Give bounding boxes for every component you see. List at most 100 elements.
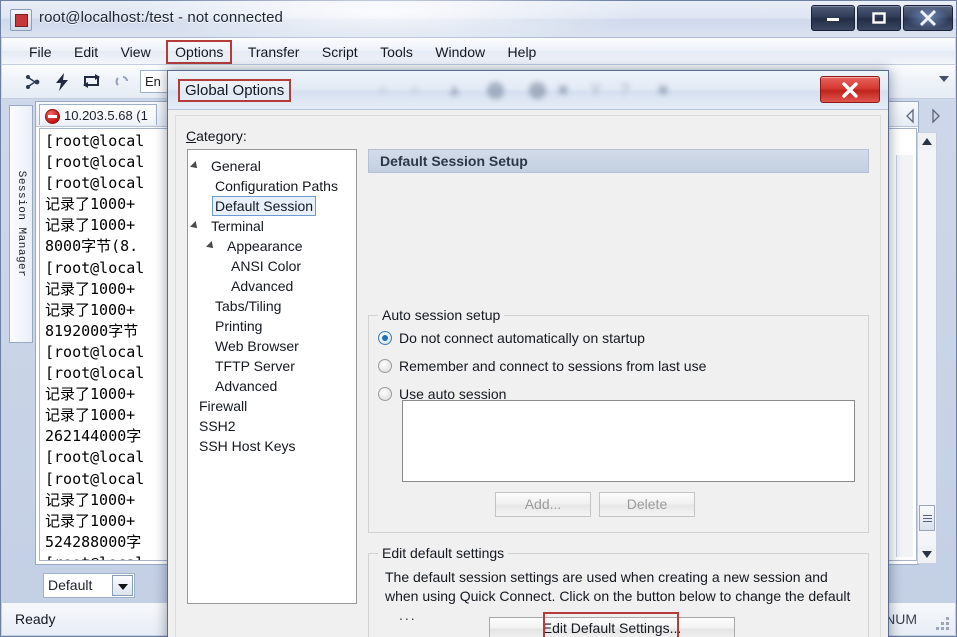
- menu-item-transfer[interactable]: Transfer: [239, 40, 309, 64]
- dialog-close-button[interactable]: [820, 76, 880, 103]
- tree-item-label: Configuration Paths: [215, 178, 338, 194]
- panel-title: Default Session Setup: [368, 149, 869, 173]
- status-text: Ready: [15, 611, 56, 627]
- nav-prev-icon[interactable]: [901, 105, 921, 127]
- reconnect-all-icon[interactable]: [82, 73, 102, 95]
- tree-item-label: Terminal: [211, 218, 264, 234]
- radio-remember-sessions[interactable]: Remember and connect to sessions from la…: [378, 358, 706, 374]
- global-options-dialog: ○ ○ ▲ ⬤ ⬤ ■ Y ? ■ Global Options Categor…: [167, 70, 889, 637]
- session-select-value: Default: [48, 577, 93, 593]
- disconnected-icon: [45, 109, 60, 124]
- tree-item-ansi-color[interactable]: ANSI Color: [188, 256, 356, 276]
- delete-button[interactable]: Delete: [599, 492, 695, 517]
- tree-item-label: Default Session: [212, 196, 317, 216]
- tree-expander-icon[interactable]: [206, 241, 216, 251]
- disconnect-icon[interactable]: [112, 73, 130, 96]
- menu-item-help[interactable]: Help: [499, 40, 546, 64]
- description-line-2: using Quick Connect. Click on the button…: [422, 588, 851, 604]
- menu-item-options[interactable]: Options: [166, 40, 233, 64]
- menu-bar: File Edit View Options Transfer Script T…: [2, 38, 955, 65]
- tree-item-default-session[interactable]: Default Session: [188, 196, 356, 216]
- radio-indicator: [378, 331, 392, 345]
- tree-item-appearance[interactable]: Appearance: [188, 236, 356, 256]
- tree-item-ssh-host-keys[interactable]: SSH Host Keys: [188, 436, 356, 456]
- tree-item-web-browser[interactable]: Web Browser: [188, 336, 356, 356]
- tree-item-label: Firewall: [199, 398, 248, 414]
- window-title: root@localhost:/test - not connected: [39, 9, 283, 26]
- tree-item-advanced[interactable]: Advanced: [188, 276, 356, 296]
- tree-item-configuration-paths[interactable]: Configuration Paths: [188, 176, 356, 196]
- maximize-button[interactable]: [857, 5, 901, 31]
- tree-item-label: Web Browser: [215, 338, 299, 354]
- tree-item-label: SSH2: [199, 418, 236, 434]
- radio-indicator: [378, 387, 392, 401]
- tree-item-tftp-server[interactable]: TFTP Server: [188, 356, 356, 376]
- minimize-icon: [827, 18, 839, 21]
- category-label-rest: ategory:: [196, 128, 247, 144]
- menu-item-script[interactable]: Script: [313, 40, 367, 64]
- tree-item-label: SSH Host Keys: [199, 438, 296, 454]
- tree-expander-icon[interactable]: [190, 161, 200, 171]
- scrollbar-thumb[interactable]: [919, 505, 935, 531]
- tree-item-ssh2[interactable]: SSH2: [188, 416, 356, 436]
- session-manager-label: Session Manager: [15, 170, 27, 278]
- terminal-tab[interactable]: 10.203.5.68 (1: [39, 104, 157, 125]
- category-tree[interactable]: General Configuration Paths Default Sessio…: [187, 149, 357, 604]
- menu-item-view[interactable]: View: [112, 40, 160, 64]
- tab-nav-arrows: [901, 105, 949, 129]
- background-toolbar-ghost: ○ ○ ▲ ⬤ ⬤ ■ Y ? ■: [378, 80, 669, 99]
- close-button[interactable]: [903, 5, 953, 31]
- protocol-combo-value: En: [145, 74, 161, 89]
- edit-default-settings-button[interactable]: Edit Default Settings...: [489, 617, 735, 637]
- tree-item-advanced[interactable]: Advanced: [188, 376, 356, 396]
- tree-item-terminal[interactable]: Terminal: [188, 216, 356, 236]
- session-select[interactable]: Default: [43, 573, 135, 598]
- quick-connect-icon[interactable]: [54, 73, 70, 96]
- auto-session-setup-title: Auto session setup: [378, 307, 505, 323]
- tree-item-general[interactable]: General: [188, 156, 356, 176]
- connect-icon[interactable]: [24, 73, 42, 96]
- menu-item-edit[interactable]: Edit: [65, 40, 107, 64]
- menu-item-window[interactable]: Window: [426, 40, 494, 64]
- resize-grip-icon[interactable]: [936, 617, 950, 631]
- terminal-scrollbar[interactable]: [896, 155, 913, 557]
- tree-item-label: TFTP Server: [215, 358, 295, 374]
- tree-item-label: General: [211, 158, 261, 174]
- maximize-icon: [872, 12, 886, 24]
- chevron-down-icon[interactable]: [112, 575, 133, 596]
- application-icon: [10, 9, 32, 31]
- toolbar-overflow-chevron-icon[interactable]: [939, 76, 949, 82]
- nav-next-icon[interactable]: [925, 105, 945, 127]
- radio-do-not-connect[interactable]: Do not connect automatically on startup: [378, 330, 645, 346]
- screen: root@localhost:/test - not connected Fil…: [0, 0, 957, 637]
- edit-default-settings-group: Edit default settings The default sessio…: [368, 545, 869, 637]
- terminal-tab-label: 10.203.5.68 (1: [64, 108, 148, 123]
- tree-item-label: Advanced: [231, 278, 294, 294]
- tree-item-label: Advanced: [215, 378, 278, 394]
- main-scrollbar[interactable]: [917, 132, 937, 564]
- tree-expander-icon[interactable]: [190, 221, 200, 231]
- add-button[interactable]: Add...: [495, 492, 591, 517]
- scroll-down-icon[interactable]: [918, 546, 936, 563]
- window-titlebar: root@localhost:/test - not connected: [1, 0, 956, 47]
- category-label: Category:: [186, 128, 247, 144]
- tree-item-firewall[interactable]: Firewall: [188, 396, 356, 416]
- tree-item-label: ANSI Color: [231, 258, 302, 274]
- category-accel: C: [186, 128, 197, 144]
- radio-indicator: [378, 359, 392, 373]
- tree-item-tabs-tiling[interactable]: Tabs/Tiling: [188, 296, 356, 316]
- tree-item-printing[interactable]: Printing: [188, 316, 356, 336]
- dialog-title: Global Options: [178, 79, 292, 102]
- dialog-titlebar: ○ ○ ▲ ⬤ ⬤ ■ Y ? ■ Global Options: [168, 71, 888, 110]
- tree-item-label: Tabs/Tiling: [215, 298, 282, 314]
- status-num-indicator: NUM: [885, 611, 917, 627]
- auto-session-list[interactable]: [402, 400, 855, 482]
- scroll-up-icon[interactable]: [918, 133, 936, 150]
- dialog-body: Category: General Configuration Paths Defa…: [175, 115, 881, 637]
- close-icon: [919, 9, 937, 27]
- minimize-button[interactable]: [811, 5, 855, 31]
- menu-item-tools[interactable]: Tools: [371, 40, 422, 64]
- radio-label: Do not connect automatically on startup: [399, 330, 645, 346]
- session-manager-tab[interactable]: Session Manager: [9, 105, 33, 343]
- menu-item-file[interactable]: File: [20, 40, 61, 64]
